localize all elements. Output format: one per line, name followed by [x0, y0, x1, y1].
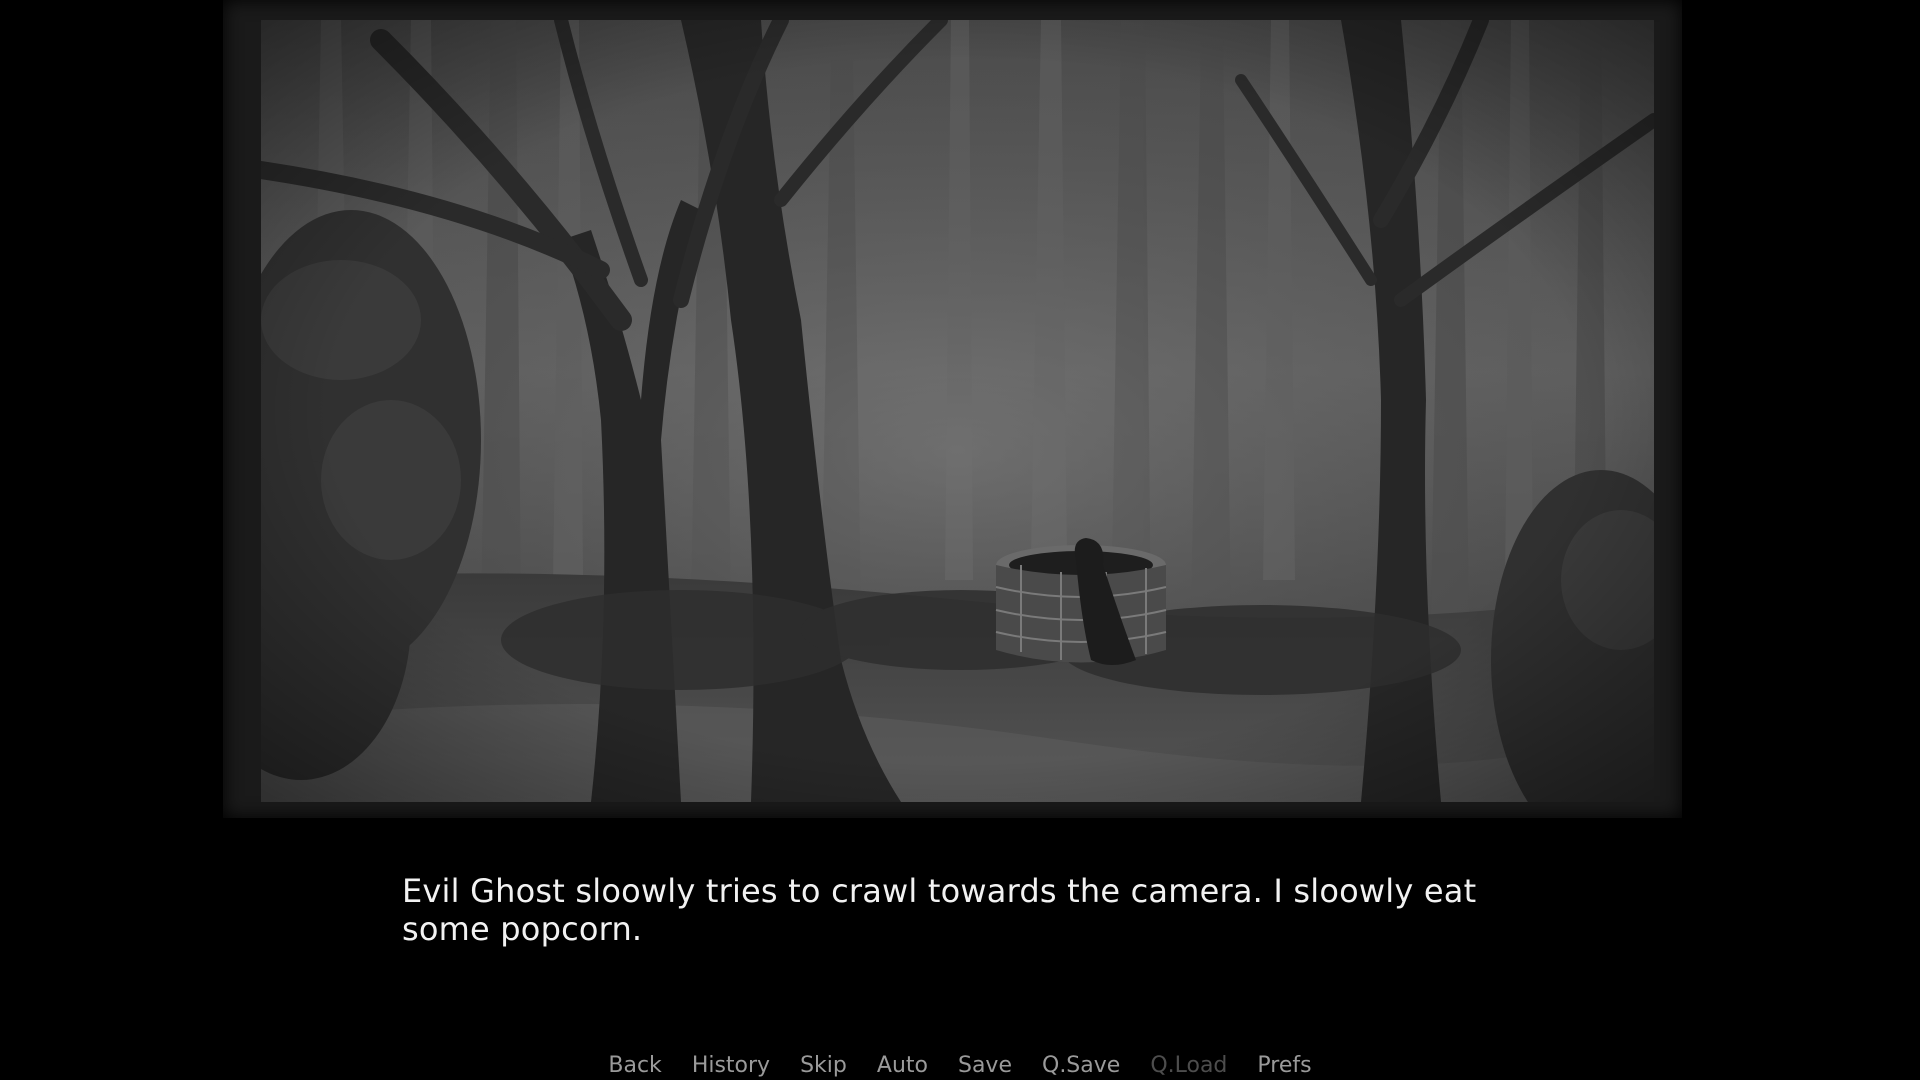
game-screen[interactable]: Evil Ghost sloowly tries to crawl toward… — [0, 0, 1920, 1080]
scene-frame — [223, 0, 1682, 818]
scene-background[interactable] — [261, 20, 1654, 802]
auto-button[interactable]: Auto — [862, 1052, 943, 1080]
back-button[interactable]: Back — [593, 1052, 676, 1080]
quick-load-button[interactable]: Q.Load — [1135, 1052, 1242, 1080]
dialogue-text: Evil Ghost sloowly tries to crawl toward… — [402, 872, 1477, 948]
skip-button[interactable]: Skip — [785, 1052, 862, 1080]
quick-menu: Back History Skip Auto Save Q.Save Q.Loa… — [0, 1052, 1920, 1080]
save-button[interactable]: Save — [943, 1052, 1027, 1080]
history-button[interactable]: History — [677, 1052, 785, 1080]
quick-save-button[interactable]: Q.Save — [1027, 1052, 1135, 1080]
prefs-button[interactable]: Prefs — [1242, 1052, 1326, 1080]
forest-scene-image — [261, 20, 1654, 802]
